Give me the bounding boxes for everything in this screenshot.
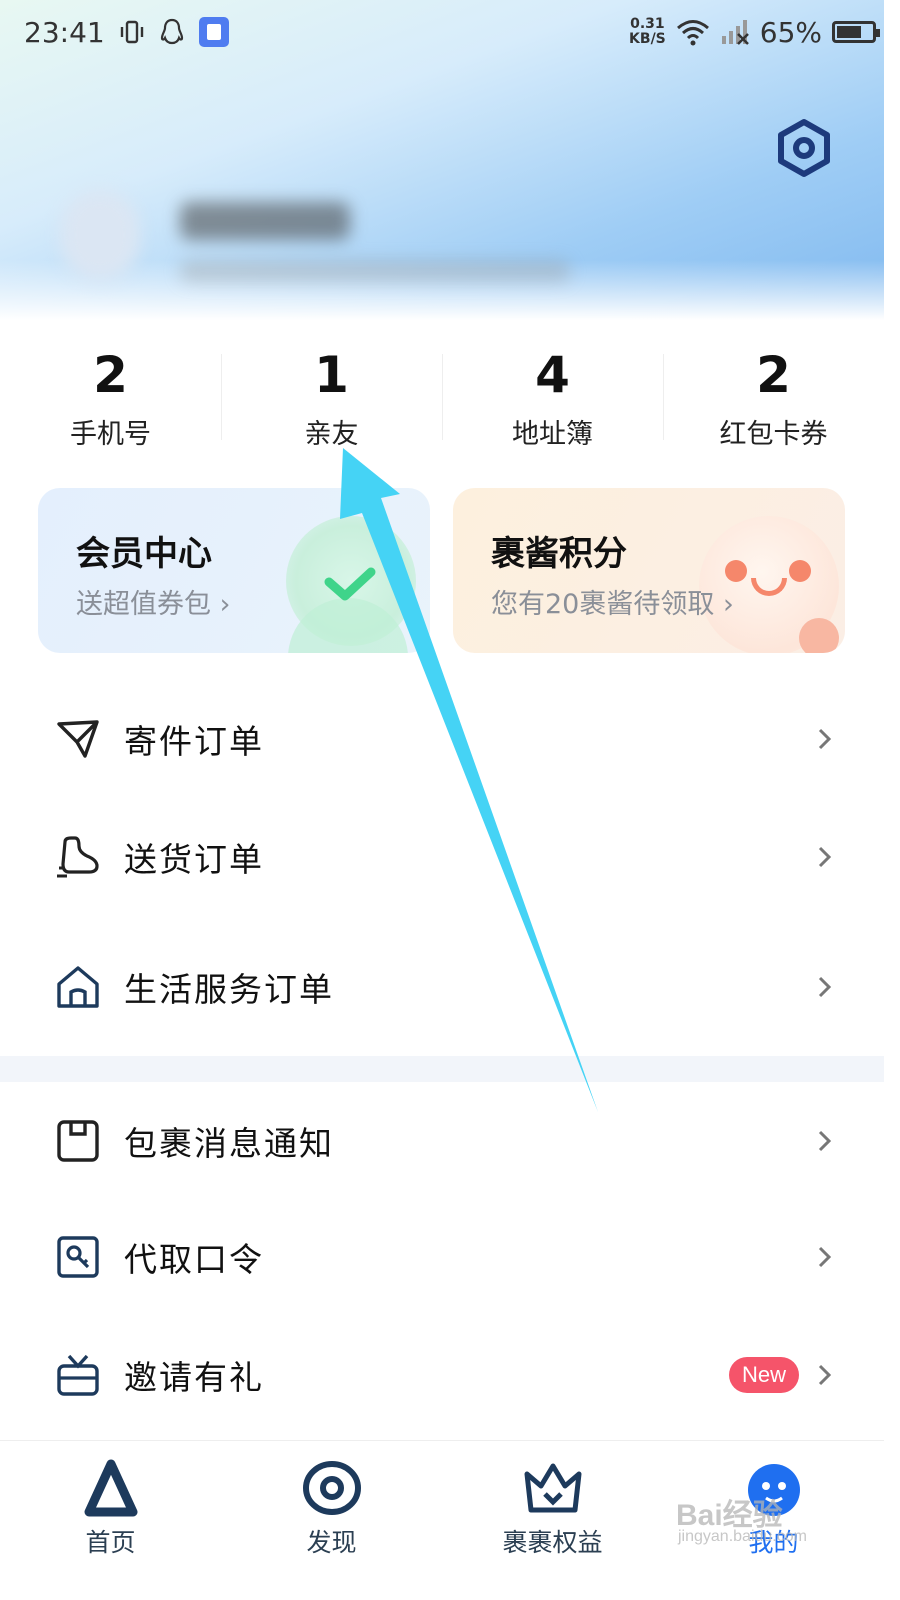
nav-home[interactable]: 首页	[0, 1441, 221, 1600]
chevron-right-icon	[818, 728, 832, 750]
stat-phone[interactable]: 2 手机号	[0, 340, 221, 460]
key-card-icon	[57, 1236, 99, 1278]
section-divider	[0, 1056, 884, 1082]
menu-label: 邀请有礼	[124, 1358, 264, 1397]
user-profile-blurred[interactable]	[60, 190, 580, 300]
chevron-right-icon	[818, 976, 832, 998]
menu-label: 送货订单	[124, 840, 264, 879]
member-card-title: 会员中心	[76, 534, 212, 574]
nav-benefits[interactable]: 裹裹权益	[442, 1441, 663, 1600]
home-icon	[57, 966, 99, 1008]
chevron-right-icon	[818, 1364, 832, 1386]
stat-value: 1	[314, 346, 349, 404]
points-card[interactable]: 裹酱积分 您有20裹酱待领取 ›	[453, 488, 845, 653]
menu-label: 生活服务订单	[124, 970, 334, 1009]
account-stats: 2 手机号 1 亲友 4 地址簿 2 红包卡券	[0, 340, 884, 460]
menu-item-invite-gift[interactable]: 邀请有礼 New	[0, 1316, 884, 1434]
battery-icon	[832, 21, 880, 43]
gift-tv-icon	[57, 1354, 99, 1396]
stat-value: 4	[535, 346, 570, 404]
menu-item-package-notifications[interactable]: 包裹消息通知	[0, 1082, 884, 1200]
stat-value: 2	[756, 346, 791, 404]
menu-item-life-service-orders[interactable]: 生活服务订单	[0, 928, 884, 1046]
points-card-subtitle: 您有20裹酱待领取 ›	[491, 589, 734, 620]
stat-label: 手机号	[70, 419, 151, 450]
delivery-icon	[57, 836, 99, 878]
net-speed: 0.31 KB/S	[629, 17, 666, 47]
stat-friends[interactable]: 1 亲友	[221, 340, 442, 460]
menu-item-send-orders[interactable]: 寄件订单	[0, 680, 884, 798]
mascot-smile	[751, 578, 787, 596]
menu-item-delivery-orders[interactable]: 送货订单	[0, 798, 884, 916]
menu-label: 包裹消息通知	[124, 1124, 334, 1163]
check-icon	[324, 567, 376, 601]
home-logo-icon	[84, 1459, 137, 1517]
status-bar: 23:41 0.31 KB/S 65%	[0, 0, 900, 64]
chevron-right-icon	[818, 1246, 832, 1268]
scrollbar-track	[884, 0, 900, 1600]
chevron-right-icon	[818, 1130, 832, 1152]
menu-item-pickup-code[interactable]: 代取口令	[0, 1198, 884, 1316]
new-badge: New	[729, 1357, 799, 1393]
stat-value: 2	[93, 346, 128, 404]
avatar[interactable]	[60, 190, 140, 280]
chevron-right-icon	[818, 846, 832, 868]
stat-label: 亲友	[304, 419, 359, 450]
mascot-eye	[725, 560, 747, 582]
deco-ball	[799, 618, 839, 653]
qq-penguin-icon	[160, 18, 183, 45]
mascot-eye	[789, 560, 811, 582]
menu-label: 代取口令	[124, 1240, 264, 1279]
baidu-watermark-url: jingyan.baidu.com	[678, 1528, 807, 1545]
user-name-blurred	[180, 202, 350, 240]
stat-label: 地址簿	[512, 419, 593, 450]
nav-label: 首页	[85, 1528, 136, 1557]
crown-icon	[524, 1463, 581, 1513]
nav-discover[interactable]: 发现	[221, 1441, 442, 1600]
package-message-icon	[57, 1120, 99, 1162]
stat-address-book[interactable]: 4 地址簿	[442, 340, 663, 460]
stat-label: 红包卡券	[719, 419, 828, 450]
battery-percent: 65%	[759, 15, 822, 49]
net-speed-unit: KB/S	[629, 31, 666, 47]
points-card-title: 裹酱积分	[491, 534, 627, 574]
user-subtitle-blurred	[180, 260, 570, 282]
net-speed-value: 0.31	[630, 16, 665, 32]
app-notification-icon	[198, 17, 229, 47]
paper-plane-icon	[57, 720, 99, 758]
signal-off-icon	[721, 20, 749, 45]
member-card-subtitle: 送超值券包 ›	[76, 589, 231, 620]
status-time: 23:41	[24, 15, 105, 49]
discover-icon	[302, 1461, 361, 1515]
stat-coupons[interactable]: 2 红包卡券	[663, 340, 884, 460]
wifi-icon	[676, 20, 709, 46]
nav-label: 发现	[306, 1528, 357, 1557]
menu-label: 寄件订单	[124, 722, 264, 761]
settings-hex-icon[interactable]	[774, 118, 834, 178]
vibrate-icon	[120, 20, 143, 44]
nav-label: 裹裹权益	[502, 1528, 603, 1557]
member-center-card[interactable]: 会员中心 送超值券包 ›	[38, 488, 430, 653]
